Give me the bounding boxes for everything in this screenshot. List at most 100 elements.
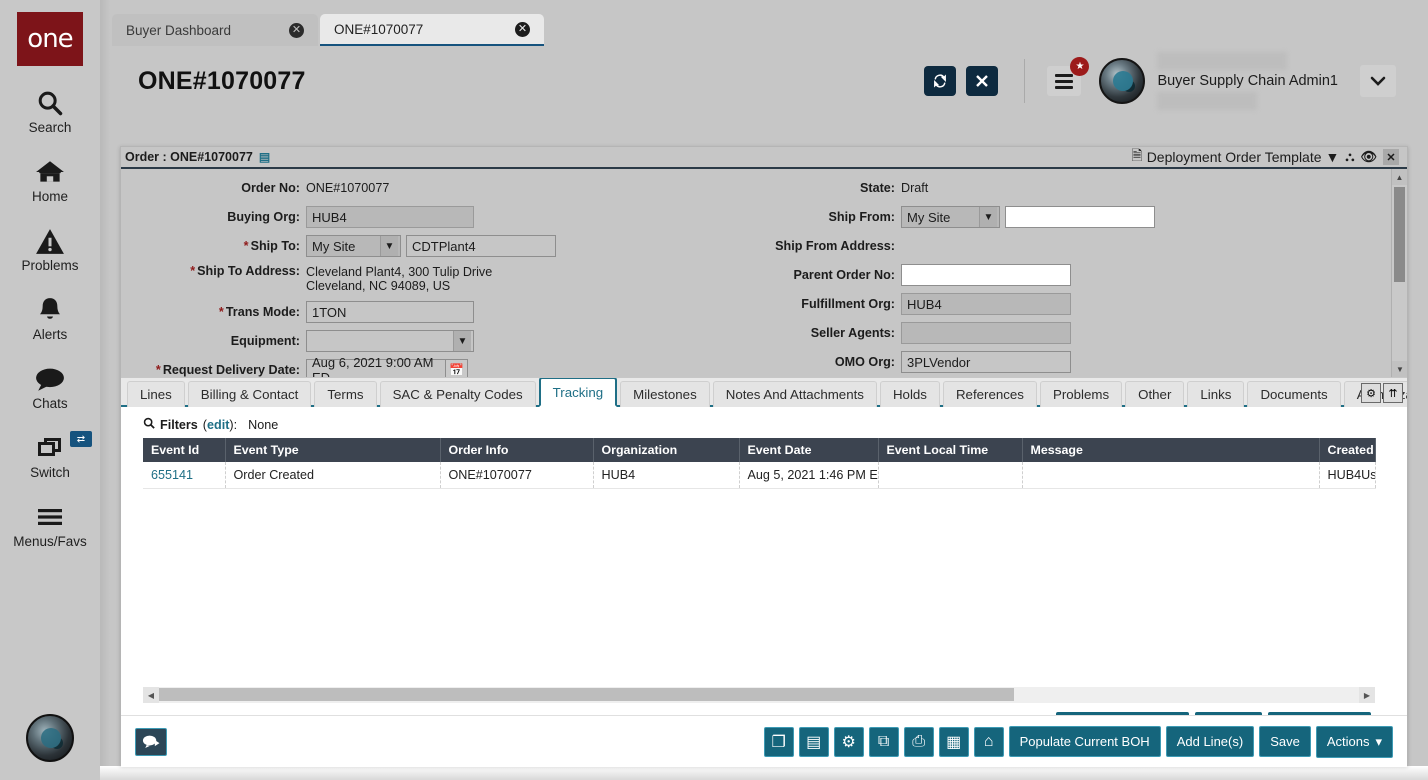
actions-button[interactable]: Actions ▾ [1316, 726, 1393, 758]
windows-stack-icon [35, 433, 65, 463]
favorites-badge[interactable]: ★ [1070, 57, 1089, 76]
field-label: Ship From: [721, 210, 901, 224]
ship-from-input[interactable] [1005, 206, 1155, 228]
tab-holds[interactable]: Holds [880, 381, 940, 407]
tab-sac-penalty-codes[interactable]: SAC & Penalty Codes [380, 381, 536, 407]
field-label: Fulfillment Org: [721, 297, 901, 311]
order-form: Order No: ONE#1070077 Buying Org: HUB4 *… [121, 169, 1407, 377]
filters-edit-link[interactable]: edit [207, 418, 229, 432]
template-selector[interactable]: 🗎 Deployment Order Template ▼ [1131, 145, 1339, 169]
calculator-icon[interactable]: ▦ [939, 727, 969, 757]
tab-other[interactable]: Other [1125, 381, 1184, 407]
tab-terms[interactable]: Terms [314, 381, 376, 407]
close-icon[interactable]: ✕ [515, 22, 530, 37]
menu-button[interactable]: ★ [1047, 66, 1081, 96]
sidebar-item-search[interactable]: Search [0, 88, 100, 135]
ship-to-type-select[interactable]: My Site ▼ [306, 235, 401, 257]
sidebar-item-alerts[interactable]: Alerts [0, 295, 100, 342]
tab-tools: ⚙ ⇈ [1361, 383, 1403, 403]
tab-tracking[interactable]: Tracking [539, 377, 618, 407]
card-close-icon[interactable]: ✕ [1383, 149, 1399, 165]
sidebar-item-menus-favs[interactable]: Menus/Favs [0, 502, 100, 549]
fulfillment-org-input: HUB4 [901, 293, 1071, 315]
column-header-created-by[interactable]: Created By [1319, 438, 1375, 462]
eye-icon[interactable]: 👁 [1360, 149, 1377, 165]
scroll-down-icon[interactable]: ▼ [1392, 361, 1407, 377]
ship-from-type-select[interactable]: My Site ▼ [901, 206, 1000, 228]
one-logo[interactable]: one [17, 12, 83, 66]
refresh-button[interactable] [924, 66, 956, 96]
column-header-event-type[interactable]: Event Type [225, 438, 440, 462]
audit-icon[interactable]: ⚙ [834, 727, 864, 757]
card-icon[interactable]: ▤ [799, 727, 829, 757]
page-title: ONE#1070077 [138, 67, 306, 96]
scroll-track[interactable] [159, 687, 1359, 703]
copy-icon[interactable]: ❐ [764, 727, 794, 757]
omo-org-input[interactable]: 3PLVendor [901, 351, 1071, 373]
tab-label: Milestones [633, 387, 697, 402]
column-header-event-id[interactable]: Event Id [143, 438, 225, 462]
save-button[interactable]: Save [1259, 726, 1311, 757]
column-header-event-date[interactable]: Event Date [739, 438, 878, 462]
sidebar-item-switch[interactable]: ⇄ Switch [0, 433, 100, 480]
scroll-left-icon[interactable]: ◀ [143, 687, 159, 703]
sidebar-item-chats[interactable]: Chats [0, 364, 100, 411]
request-delivery-date-input[interactable]: Aug 6, 2021 9:00 AM ED [306, 359, 446, 377]
print-icon[interactable]: ⎙ [904, 727, 934, 757]
tab-references[interactable]: References [943, 381, 1037, 407]
tab-billing-contact[interactable]: Billing & Contact [188, 381, 312, 407]
field-ship-from: Ship From: My Site ▼ [721, 206, 1281, 228]
tab-documents[interactable]: Documents [1247, 381, 1340, 407]
tab-links[interactable]: Links [1187, 381, 1244, 407]
workspace-tab-buyer-dashboard[interactable]: Buyer Dashboard ✕ [112, 14, 318, 46]
add-lines-button[interactable]: Add Line(s) [1166, 726, 1254, 757]
scroll-up-icon[interactable]: ▲ [1392, 169, 1407, 185]
tab-problems[interactable]: Problems [1040, 381, 1122, 407]
search-icon [36, 88, 64, 118]
chevron-down-icon: ▼ [979, 207, 997, 227]
hierarchy-icon[interactable]: ⛬ [1345, 149, 1354, 165]
scroll-thumb[interactable] [159, 688, 1014, 701]
tab-notes-and-attachments[interactable]: Notes And Attachments [713, 381, 877, 407]
column-header-order-info[interactable]: Order Info [440, 438, 593, 462]
populate-current-boh-button[interactable]: Populate Current BOH [1009, 726, 1161, 757]
sidebar-item-problems[interactable]: Problems [0, 226, 100, 273]
form-scrollbar[interactable]: ▲ ▼ [1391, 169, 1407, 377]
table-row[interactable]: 655141 Order Created ONE#1070077 HUB4 Au… [143, 462, 1375, 489]
cell-event-date: Aug 5, 2021 1:46 PM EDT [739, 462, 878, 489]
parent-order-no-input[interactable] [901, 264, 1071, 286]
tab-label: Lines [140, 387, 172, 402]
sidebar-avatar[interactable] [26, 714, 74, 762]
table-horizontal-scrollbar[interactable]: ◀ ▶ [143, 687, 1375, 703]
field-seller-agents: Seller Agents: [721, 322, 1281, 344]
tab-lines[interactable]: Lines [127, 381, 185, 407]
equipment-select[interactable]: ▼ [306, 330, 474, 352]
close-button[interactable] [966, 66, 998, 96]
column-header-event-local-time[interactable]: Event Local Time [878, 438, 1022, 462]
scroll-thumb[interactable] [1394, 187, 1405, 282]
sidebar-item-home[interactable]: Home [0, 157, 100, 204]
collapse-up-icon[interactable]: ⇈ [1383, 383, 1403, 403]
avatar[interactable] [1099, 58, 1145, 104]
sidebar-item-label: Home [32, 189, 68, 204]
calendar-icon[interactable]: 📅 [446, 359, 468, 377]
order-doc-icon[interactable]: ▤ [259, 150, 270, 164]
chat-send-icon[interactable] [135, 728, 167, 756]
close-icon[interactable]: ✕ [289, 23, 304, 38]
warehouse-icon[interactable]: ⌂ [974, 727, 1004, 757]
gear-icon[interactable]: ⚙ [1361, 383, 1381, 403]
column-header-message[interactable]: Message [1022, 438, 1319, 462]
cell-event-id[interactable]: 655141 [143, 462, 225, 489]
user-menu-caret[interactable] [1360, 65, 1396, 97]
duplicate-icon[interactable]: ⧉ [869, 727, 899, 757]
ship-to-input[interactable]: CDTPlant4 [406, 235, 556, 257]
column-header-organization[interactable]: Organization [593, 438, 739, 462]
cell-created-by: HUB4Use [1319, 462, 1375, 489]
workspace-tab-order[interactable]: ONE#1070077 ✕ [320, 14, 544, 46]
switch-badge[interactable]: ⇄ [70, 431, 92, 447]
trans-mode-input[interactable]: 1TON [306, 301, 474, 323]
tab-milestones[interactable]: Milestones [620, 381, 710, 407]
scroll-right-icon[interactable]: ▶ [1359, 687, 1375, 703]
field-label: *Trans Mode: [121, 305, 306, 319]
filters-value: None [248, 418, 278, 432]
